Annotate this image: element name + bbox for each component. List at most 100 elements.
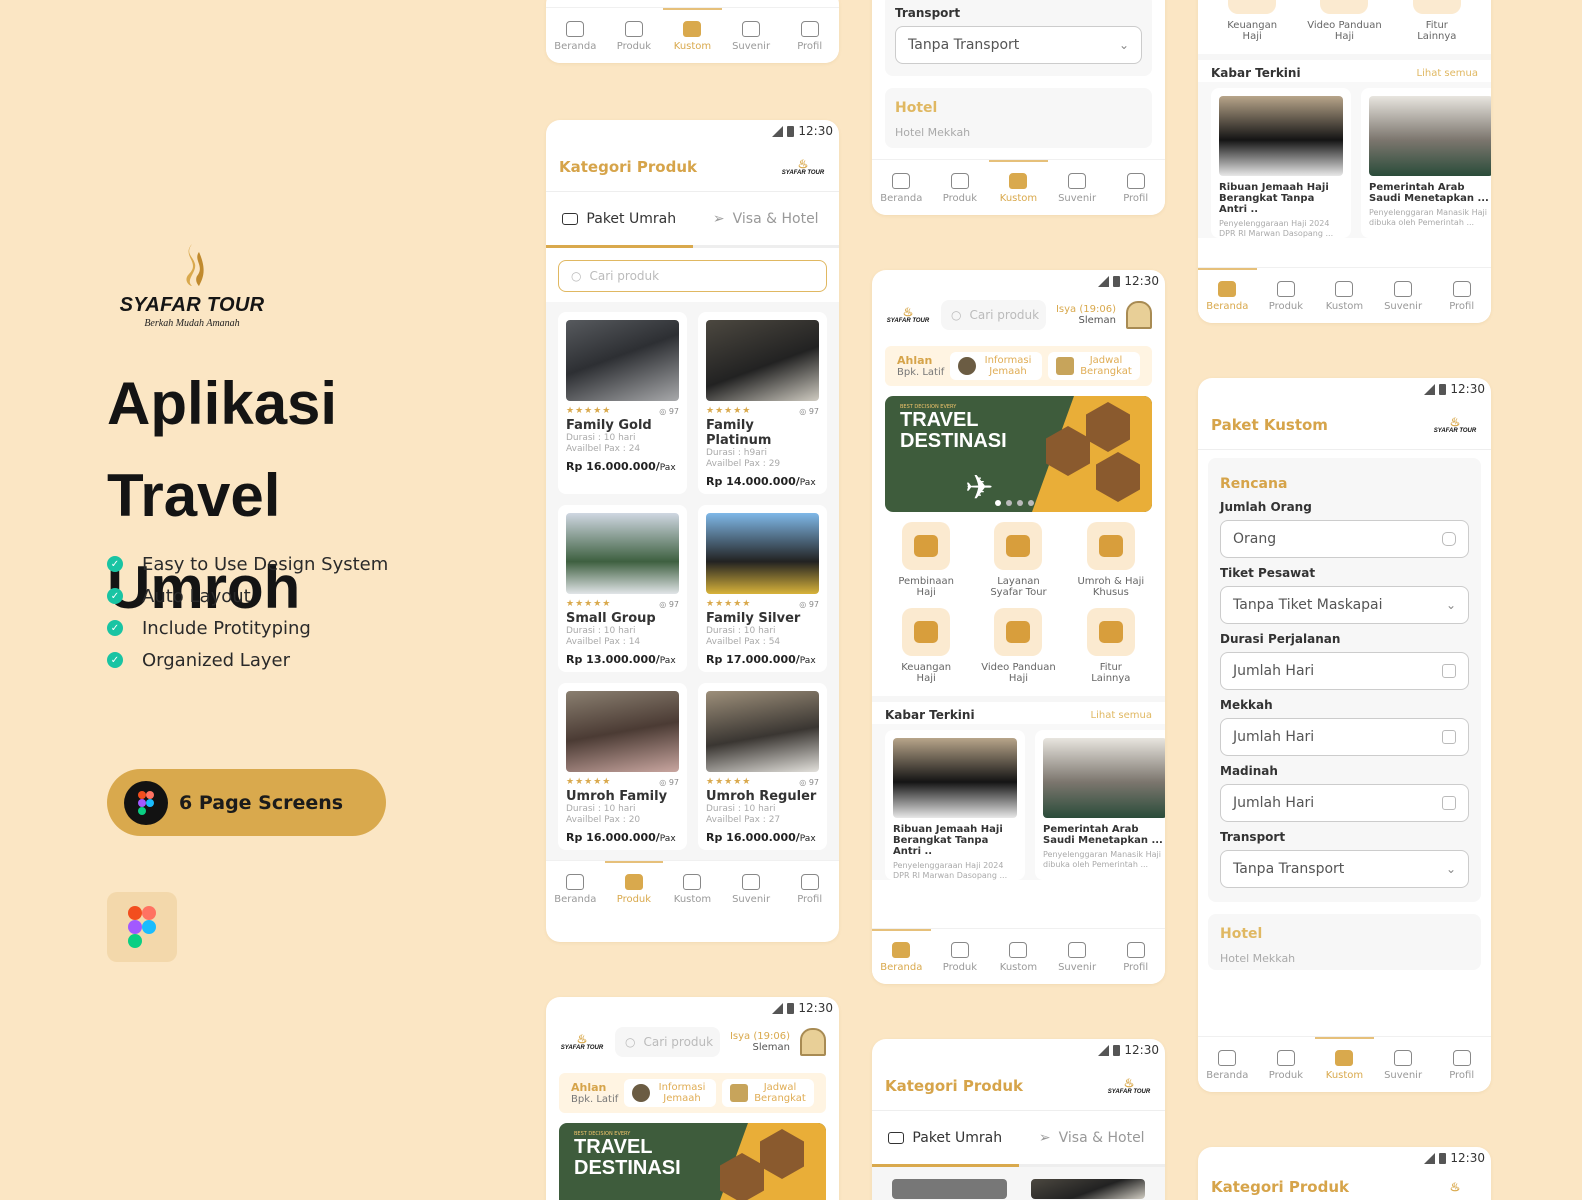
tab-paket-umrah[interactable]: Paket Umrah [872, 1111, 1019, 1167]
jadwal-button[interactable]: Jadwal Berangkat [1048, 352, 1140, 380]
jadwal-button[interactable]: Jadwal Berangkat [722, 1079, 814, 1107]
product-card[interactable]: ★★★★★ ◎ 97 Family Platinum Durasi : h9ari Av… [698, 312, 827, 494]
carousel-dot[interactable] [1017, 500, 1023, 506]
ticket-select[interactable]: Tanpa Tiket Maskapai ⌄ [1220, 586, 1469, 624]
nav-beranda[interactable]: Beranda [546, 861, 605, 916]
nav-suvenir[interactable]: Suvenir [722, 861, 781, 916]
search-input[interactable]: ○ Cari produk [558, 260, 827, 292]
nav-produk[interactable]: Produk [1257, 268, 1316, 323]
news-card[interactable]: Pemerintah Arab Saudi Menetapkan ... Peny… [1035, 730, 1165, 880]
nav-suvenir[interactable]: Suvenir [1048, 929, 1107, 984]
product-price: Rp 17.000.000/Pax [706, 653, 819, 666]
nav-suvenir[interactable]: Suvenir [1374, 268, 1433, 323]
review-count: ◎ 97 [659, 777, 679, 787]
menu-fitur-lainnya[interactable]: Fitur Lainnya [1065, 608, 1157, 684]
carousel-dot[interactable] [995, 500, 1001, 506]
menu-fitur-lainnya[interactable]: Fitur Lainnya [1391, 0, 1483, 42]
feature-menu: Pembinaan Haji Layanan Syafar Tour Umroh… [872, 512, 1165, 684]
nav-beranda[interactable]: Beranda [872, 160, 931, 215]
nav-beranda[interactable]: Beranda [1198, 1037, 1257, 1092]
promo-banner[interactable]: BEST DECISION EVERY TRAVEL DESTINASI [559, 1123, 826, 1200]
product-price: Rp 16.000.000/Pax [566, 460, 679, 473]
nav-kustom[interactable]: Kustom [663, 8, 722, 63]
check-icon: ✓ [107, 652, 123, 668]
news-card[interactable]: Pemerintah Arab Saudi Menetapkan ... Peny… [1361, 88, 1491, 238]
nav-produk[interactable]: Produk [1257, 1037, 1316, 1092]
nav-beranda[interactable]: Beranda [1198, 268, 1257, 323]
tab-visa-hotel[interactable]: ➢ Visa & Hotel [1019, 1111, 1166, 1164]
news-card[interactable]: Ribuan Jemaah Haji Berangkat Tanpa Antri… [1211, 88, 1351, 238]
tab-visa-hotel[interactable]: ➢ Visa & Hotel [693, 192, 840, 245]
select-value: Tanpa Tiket Maskapai [1233, 597, 1383, 613]
screens-badge: 6 Page Screens [107, 769, 386, 836]
info-jemaah-button[interactable]: Informasi Jemaah [950, 352, 1042, 380]
madinah-days-field[interactable]: Jumlah Hari [1220, 784, 1469, 822]
greeting-text: Ahlan [897, 354, 933, 367]
nav-produk[interactable]: Produk [931, 929, 990, 984]
news-list: Ribuan Jemaah Haji Berangkat Tanpa Antri… [872, 724, 1165, 880]
people-count-stepper[interactable]: Orang [1220, 520, 1469, 558]
see-all-link[interactable]: Lihat semua [1417, 68, 1478, 79]
search-input[interactable]: ○ Cari produk [941, 300, 1046, 330]
menu-video-panduan[interactable]: Video Panduan Haji [1298, 0, 1390, 42]
feature-menu: Keuangan Haji Video Panduan Haji Fitur L… [1198, 0, 1491, 42]
status-time: 12:30 [798, 124, 833, 138]
feature-label: Organized Layer [142, 649, 290, 671]
menu-umroh-haji-khusus[interactable]: Umroh & Haji Khusus [1065, 522, 1157, 598]
search-input[interactable]: ○ Cari produk [615, 1027, 720, 1057]
product-duration: Durasi : 10 hari [706, 804, 776, 814]
nav-kustom[interactable]: Kustom [989, 929, 1048, 984]
field-label: Transport [1220, 830, 1286, 844]
menu-keuangan[interactable]: Keuangan Haji [880, 608, 972, 684]
nav-label: Profil [1449, 301, 1475, 312]
product-card[interactable]: ★★★★★ ◎ 97 Small Group Durasi : 10 hari Avai… [558, 505, 687, 672]
nav-suvenir[interactable]: Suvenir [1048, 160, 1107, 215]
nav-produk[interactable]: Produk [605, 8, 664, 63]
carousel-dot[interactable] [1028, 500, 1034, 506]
nav-label: Kustom [999, 193, 1038, 204]
menu-layanan[interactable]: Layanan Syafar Tour [972, 522, 1064, 598]
nav-profil[interactable]: Profil [1106, 160, 1165, 215]
nav-suvenir[interactable]: Suvenir [1374, 1037, 1433, 1092]
nav-beranda[interactable]: Beranda [872, 929, 931, 984]
info-jemaah-button[interactable]: Informasi Jemaah [624, 1079, 716, 1107]
bag-icon [624, 874, 643, 890]
nav-kustom[interactable]: Kustom [663, 861, 722, 916]
review-count-value: 97 [808, 599, 819, 609]
nav-produk[interactable]: Produk [931, 160, 990, 215]
feature-item: ✓ Include Protityping [107, 612, 388, 644]
bottom-nav: Beranda Produk Kustom Suvenir Profil [872, 159, 1165, 215]
nav-profil[interactable]: Profil [780, 8, 839, 63]
nav-suvenir[interactable]: Suvenir [722, 8, 781, 63]
product-card[interactable]: ★★★★★ ◎ 97 Umroh Reguler Durasi : 10 hari Av… [698, 683, 827, 850]
see-all-link[interactable]: Lihat semua [1091, 710, 1152, 721]
nav-kustom[interactable]: Kustom [989, 160, 1048, 215]
menu-keuangan[interactable]: Keuangan Haji [1206, 0, 1298, 42]
price-unit: Pax [799, 834, 816, 844]
carousel-dot[interactable] [1006, 500, 1012, 506]
product-photo [566, 320, 679, 401]
menu-pembinaan-haji[interactable]: Pembinaan Haji [880, 522, 972, 598]
nav-kustom[interactable]: Kustom [1315, 1037, 1374, 1092]
signal-icon [772, 1002, 784, 1014]
product-card[interactable]: ★★★★★ ◎ 97 Family Gold Durasi : 10 hari Avai… [558, 312, 687, 494]
menu-video-panduan[interactable]: Video Panduan Haji [972, 608, 1064, 684]
product-card[interactable]: ★★★★★ ◎ 97 Family Silver Durasi : 10 hari Av… [698, 505, 827, 672]
nav-profil[interactable]: Profil [1106, 929, 1165, 984]
nav-beranda[interactable]: Beranda [546, 8, 605, 63]
product-card[interactable]: ★★★★★ ◎ 97 Umroh Family Durasi : 10 hari Ava… [558, 683, 687, 850]
figma-icon [124, 780, 168, 825]
battery-icon [1113, 275, 1121, 287]
news-card[interactable]: Ribuan Jemaah Haji Berangkat Tanpa Antri… [885, 730, 1025, 880]
duration-date-field[interactable]: Jumlah Hari [1220, 652, 1469, 690]
tab-paket-umrah[interactable]: Paket Umrah [546, 192, 693, 248]
nav-profil[interactable]: Profil [1432, 268, 1491, 323]
transport-select[interactable]: Tanpa Transport ⌄ [895, 26, 1142, 64]
mekkah-days-field[interactable]: Jumlah Hari [1220, 718, 1469, 756]
promo-banner[interactable]: BEST DECISION EVERY TRAVEL DESTINASI ✈ [885, 396, 1152, 512]
nav-produk[interactable]: Produk [604, 861, 664, 916]
nav-profil[interactable]: Profil [1432, 1037, 1491, 1092]
nav-profil[interactable]: Profil [780, 861, 839, 916]
nav-kustom[interactable]: Kustom [1315, 268, 1374, 323]
transport-select[interactable]: Tanpa Transport ⌄ [1220, 850, 1469, 888]
